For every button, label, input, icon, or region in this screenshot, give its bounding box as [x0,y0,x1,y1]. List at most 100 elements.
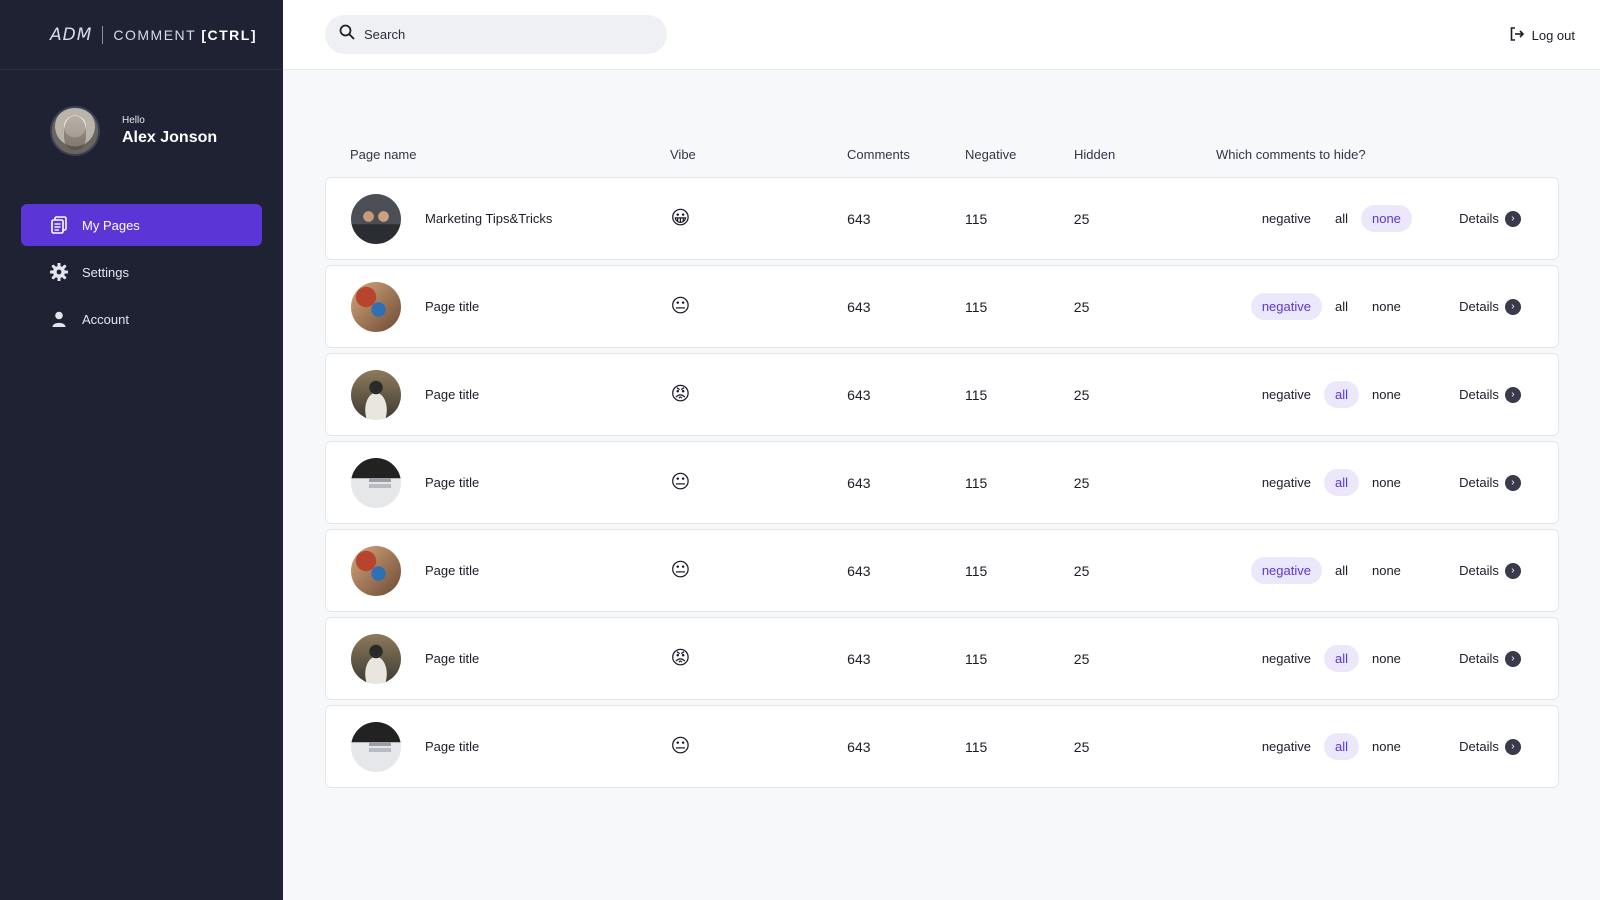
col-comments: Comments [847,146,910,162]
table-body: Marketing Tips&Tricks 😀 643 115 25 negat… [325,177,1559,788]
details-label: Details [1459,563,1499,578]
negative-count: 115 [964,650,988,667]
vibe-emoji-icon: 😡 [670,647,691,669]
table-row: Page title 😐 643 115 25 negative all none … [325,705,1559,788]
hidden-count: 25 [1073,650,1090,667]
details-link[interactable]: Details › [1459,738,1558,755]
greeting: Hello [122,115,145,126]
page-title: Page title [425,387,480,402]
page-title: Page title [425,739,480,754]
sidebar-item-settings[interactable]: Settings [21,251,262,293]
avatar[interactable] [50,106,100,156]
sidebar-item-my-pages[interactable]: My Pages [21,204,262,246]
hide-selector: negative all none [1204,381,1460,408]
hide-option-negative[interactable]: negative [1251,733,1322,760]
comments-count: 643 [847,386,871,403]
user-profile: Hello Alex Jonson [0,70,283,156]
hide-selector: negative all none [1204,645,1460,672]
table-row: Marketing Tips&Tricks 😀 643 115 25 negat… [325,177,1559,260]
hidden-count: 25 [1073,386,1090,403]
logout-icon [1509,26,1525,45]
vibe-emoji-icon: 😀 [670,207,691,229]
comments-count: 643 [847,474,871,491]
hide-option-negative[interactable]: negative [1251,205,1322,232]
page-title: Marketing Tips&Tricks [425,211,553,226]
sidebar-item-account[interactable]: Account [21,298,262,340]
page-title: Page title [425,651,480,666]
hide-option-none[interactable]: none [1360,205,1412,232]
hide-option-negative[interactable]: negative [1251,645,1322,672]
page-name-cell: Page title [326,369,670,420]
details-link[interactable]: Details › [1459,650,1558,667]
negative-count: 115 [964,738,988,755]
chevron-right-icon: › [1504,650,1521,667]
search-input[interactable] [364,27,644,42]
details-link[interactable]: Details › [1459,210,1558,227]
hide-option-all[interactable]: all [1324,205,1359,232]
details-link[interactable]: Details › [1459,474,1558,491]
hide-selector: negative all none [1204,733,1460,760]
hide-option-negative[interactable]: negative [1251,381,1322,408]
brand-logo[interactable]: ADM COMMENT [CTRL] [0,0,283,70]
comments-count: 643 [847,562,871,579]
chevron-right-icon: › [1504,298,1521,315]
hide-option-none[interactable]: none [1361,733,1412,760]
chevron-right-icon: › [1504,210,1521,227]
hide-option-none[interactable]: none [1361,557,1412,584]
vibe-cell: 😐 [670,473,847,493]
chevron-right-icon: › [1504,386,1521,403]
negative-count: 115 [964,474,988,491]
hide-option-negative[interactable]: negative [1251,469,1322,496]
page-title: Page title [425,475,480,490]
search-icon [339,24,355,45]
hide-option-negative[interactable]: negative [1250,293,1322,320]
hide-option-all[interactable]: all [1323,645,1359,672]
vibe-cell: 😐 [670,737,847,757]
table-header: Page name Vibe Comments Negative Hidden … [325,145,1559,163]
page-thumbnail [351,457,401,508]
col-hidden: Hidden [1074,146,1116,162]
vibe-emoji-icon: 😡 [670,383,691,405]
hide-option-negative[interactable]: negative [1250,557,1322,584]
hide-option-none[interactable]: none [1361,645,1412,672]
negative-count: 115 [964,210,988,227]
page-thumbnail [351,721,401,772]
sidebar-nav: My Pages Settings Account [0,204,283,340]
hide-option-none[interactable]: none [1361,469,1412,496]
details-label: Details [1459,299,1499,314]
comments-count: 643 [847,210,871,227]
logout-button[interactable]: Log out [1509,26,1575,45]
hide-option-all[interactable]: all [1324,557,1359,584]
details-link[interactable]: Details › [1459,386,1558,403]
negative-count: 115 [964,386,988,403]
hide-selector: negative all none [1204,469,1460,496]
hide-option-all[interactable]: all [1323,381,1359,408]
hide-option-all[interactable]: all [1323,733,1359,760]
vibe-cell: 😡 [670,385,847,405]
sidebar-item-label: Account [82,311,129,327]
chevron-right-icon: › [1504,738,1521,755]
vibe-emoji-icon: 😐 [670,295,691,317]
col-page-name: Page name [350,146,417,162]
gear-icon [50,263,68,281]
page-name-cell: Page title [326,457,670,508]
details-link[interactable]: Details › [1459,562,1558,579]
details-link[interactable]: Details › [1459,298,1558,315]
table-row: Page title 😡 643 115 25 negative all none … [325,617,1559,700]
hidden-count: 25 [1073,474,1090,491]
vibe-cell: 😐 [670,297,847,317]
hide-option-none[interactable]: none [1361,293,1412,320]
vibe-emoji-icon: 😐 [670,471,691,493]
vibe-emoji-icon: 😐 [670,559,691,581]
hide-option-all[interactable]: all [1323,469,1359,496]
negative-count: 115 [964,298,988,315]
hide-option-none[interactable]: none [1361,381,1412,408]
hide-option-all[interactable]: all [1324,293,1359,320]
details-label: Details [1459,739,1499,754]
pages-icon [50,216,68,234]
logout-label: Log out [1531,28,1575,43]
page-thumbnail [351,633,401,684]
page-name-cell: Page title [326,633,670,684]
page-name-cell: Page title [326,281,670,332]
product-name: COMMENT [CTRL] [113,26,258,43]
